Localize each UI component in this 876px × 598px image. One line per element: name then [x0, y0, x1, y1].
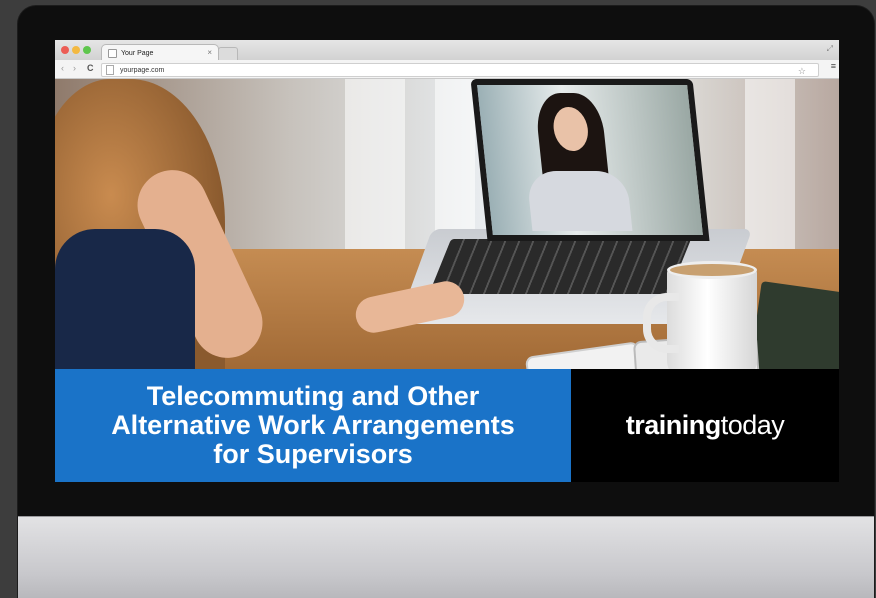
forward-icon[interactable]: › [73, 63, 76, 73]
course-title-banner: Telecommuting and Other Alternative Work… [55, 369, 571, 482]
screen: Your Page × ⤢ ‹ › C yourpage.com ☆ ≡ Tel… [55, 40, 839, 482]
maximize-window-icon[interactable] [83, 46, 91, 54]
new-tab-button[interactable] [218, 47, 238, 60]
minimize-window-icon[interactable] [72, 46, 80, 54]
brand-banner: trainingtoday [571, 369, 839, 482]
tab-close-icon[interactable]: × [207, 48, 212, 57]
page-favicon-icon [108, 48, 117, 58]
browser-tab[interactable]: Your Page × [101, 44, 219, 61]
video-person-body [526, 171, 633, 231]
training-today-logo: trainingtoday [626, 410, 785, 441]
reload-icon[interactable]: C [87, 63, 94, 73]
mug-coffee [667, 261, 757, 279]
logo-light-text: today [720, 410, 785, 440]
fullscreen-icon[interactable]: ⤢ [827, 44, 833, 54]
mug-handle [643, 293, 679, 353]
menu-icon[interactable]: ≡ [831, 61, 836, 71]
laptop-screen [470, 79, 710, 241]
laptop-keyboard [428, 239, 692, 294]
logo-bold-text: training [625, 410, 722, 440]
window-light [745, 79, 795, 259]
window-light [345, 79, 405, 259]
url-text: yourpage.com [120, 66, 165, 74]
course-title: Telecommuting and Other Alternative Work… [111, 381, 515, 469]
close-window-icon[interactable] [61, 46, 69, 54]
back-icon[interactable]: ‹ [61, 63, 64, 73]
monitor-chin [18, 516, 874, 598]
bookmark-star-icon[interactable]: ☆ [798, 66, 806, 77]
browser-toolbar: ‹ › C yourpage.com ☆ ≡ [55, 60, 839, 79]
woman-top [55, 229, 195, 369]
tab-title: Your Page [121, 49, 154, 57]
browser-tab-bar: Your Page × ⤢ [55, 40, 839, 61]
notebook [749, 281, 839, 369]
coffee-mug [643, 261, 757, 369]
address-bar[interactable]: yourpage.com ☆ [101, 63, 819, 77]
hero-photo [55, 79, 839, 369]
page-icon [106, 65, 114, 75]
